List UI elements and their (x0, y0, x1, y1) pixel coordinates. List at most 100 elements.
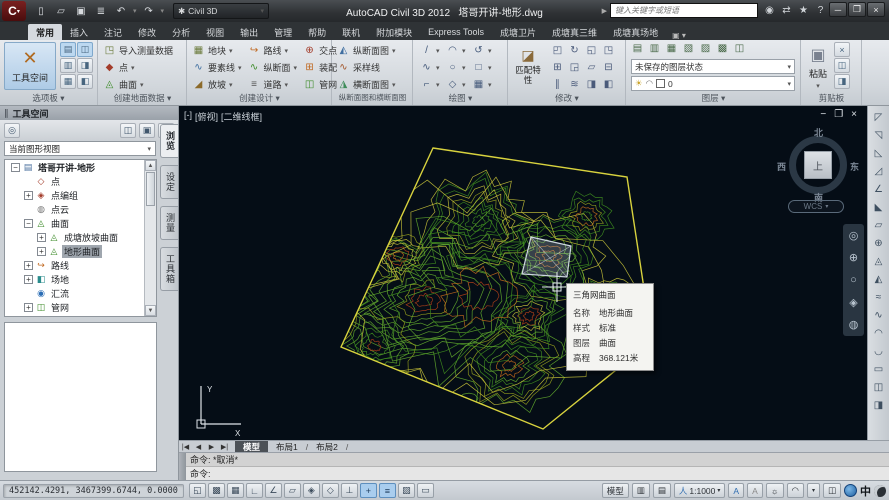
ribbon-tab-视图[interactable]: 视图 (198, 24, 232, 40)
palette-tool-icon[interactable]: ◫ (77, 42, 93, 57)
toolspace-tab-工具箱[interactable]: 工具箱 (160, 247, 178, 291)
viewcube-top-face[interactable]: 上 (804, 151, 832, 179)
compass-north-label[interactable]: 北 (814, 126, 823, 139)
plot-icon[interactable]: ≣ (92, 3, 110, 19)
navigation-bar[interactable]: ◎⊕○◈◍ (843, 224, 864, 336)
panel-label[interactable]: 图层 ▾ (627, 92, 800, 104)
panel-label[interactable]: 修改 ▾ (509, 92, 625, 104)
import-survey-data[interactable]: ◳导入测量数据 (101, 42, 175, 59)
doc-minimize-button[interactable]: − (820, 109, 826, 120)
tree-item[interactable]: ◉汇流 (5, 286, 156, 300)
view-control[interactable]: [俯视] (195, 110, 218, 123)
palette-tool-icon[interactable]: ▥ (60, 58, 76, 73)
wcs-dropdown[interactable]: WCS▾ (788, 200, 844, 213)
tree-item[interactable]: +◈点编组 (5, 188, 156, 202)
draw-tool[interactable]: ◠▾ (444, 42, 470, 59)
draw-tool[interactable]: ↺▾ (470, 42, 496, 59)
modify-tool[interactable]: ∥ (549, 76, 566, 93)
toggle-transparency[interactable]: ▨ (398, 483, 415, 498)
view-selector-dropdown[interactable]: 当前图形视图 ▾ (4, 141, 156, 156)
transparent-command-icon[interactable]: ◨ (870, 396, 888, 414)
tray-network-icon[interactable] (844, 484, 857, 497)
expand-icon[interactable]: + (37, 233, 46, 242)
doc-restore-button[interactable]: ❐ (834, 109, 843, 120)
scrollbar-thumb[interactable] (146, 172, 155, 206)
design-要素线[interactable]: ∿要素线▾ (190, 59, 244, 76)
search-expand-icon[interactable]: ▶ (602, 7, 607, 15)
design-纵断面[interactable]: ∿纵断面▾ (246, 59, 300, 76)
ribbon-tab-插入[interactable]: 插入 (62, 24, 96, 40)
modify-tool[interactable]: ↻ (566, 42, 583, 59)
points[interactable]: ◆点▾ (101, 59, 175, 76)
toolspace-tab-浏览[interactable]: 浏览 (160, 124, 178, 158)
transparent-command-icon[interactable]: ◿ (870, 162, 888, 180)
section-views[interactable]: ◮横断面图▾ (335, 76, 398, 93)
tree-item[interactable]: +◬成塘放坡曲面 (5, 230, 156, 244)
new-icon[interactable]: ▯ (32, 3, 50, 19)
navbar-icon[interactable]: ◎ (849, 229, 859, 242)
status-overflow-menu[interactable]: ▾ (807, 483, 820, 498)
layout-tab-布局2[interactable]: 布局2 (308, 441, 346, 453)
modify-tool[interactable]: ⊞ (549, 59, 566, 76)
exchange-icon[interactable]: ⇄ (778, 3, 795, 18)
close-button[interactable]: × (867, 2, 885, 17)
search-binoculars-icon[interactable]: ◉ (761, 3, 778, 18)
ribbon-tab-常用[interactable]: 常用 (28, 24, 62, 40)
modify-tool[interactable]: ⊟ (600, 59, 617, 76)
workspace-switcher[interactable]: ✱ Civil 3D ▾ (173, 3, 269, 19)
viewport-menu[interactable]: [-] (184, 110, 192, 123)
navbar-icon[interactable]: ○ (850, 274, 857, 286)
cut-icon[interactable]: × (834, 42, 850, 57)
transparent-command-icon[interactable]: ◭ (870, 270, 888, 288)
panel-label[interactable]: 纵断面图和横断面图 (333, 92, 412, 104)
toggle-ortho-mode[interactable]: ∟ (246, 483, 263, 498)
copy-icon[interactable]: ◫ (834, 58, 850, 73)
quick-view-layouts-button[interactable]: ▥ (632, 483, 650, 498)
palette-tool-icon[interactable]: ◨ (77, 58, 93, 73)
draw-tool[interactable]: ◇▾ (444, 76, 470, 93)
transparent-command-icon[interactable]: ◬ (870, 252, 888, 270)
undo-icon[interactable]: ↶ (112, 3, 130, 19)
command-line[interactable]: 命令: *取消* 命令: (179, 452, 889, 480)
minimize-button[interactable]: ─ (829, 2, 847, 17)
transparent-command-icon[interactable]: ∠ (870, 180, 888, 198)
workspace-gear-button[interactable]: ☼ (766, 483, 784, 498)
search-input[interactable] (610, 3, 758, 18)
command-prompt[interactable]: 命令: (186, 467, 889, 480)
toolspace-tab-设定[interactable]: 设定 (160, 165, 178, 199)
ribbon-tab-注记[interactable]: 注记 (96, 24, 130, 40)
ribbon-tab-Express Tools[interactable]: Express Tools (420, 24, 492, 40)
ribbon-tab-帮助[interactable]: 帮助 (300, 24, 334, 40)
open-icon[interactable]: ▱ (52, 3, 70, 19)
tree-scrollbar[interactable]: ▲ ▼ (144, 160, 156, 316)
tree-item[interactable]: ◍点云 (5, 202, 156, 216)
transparent-command-icon[interactable]: ▭ (870, 360, 888, 378)
panorama-icon[interactable]: ▣ (139, 123, 155, 138)
ime-language-indicator[interactable]: 中 (860, 483, 871, 499)
modify-tool[interactable]: ◱ (583, 42, 600, 59)
layer-tool-icon[interactable]: ◫ (733, 42, 746, 55)
toolbar-lock-icon[interactable]: ◠ (787, 483, 804, 498)
next-tab-icon[interactable]: ▶ (205, 443, 218, 451)
panel-label[interactable]: 选项板 ▾ (0, 92, 97, 104)
save-icon[interactable]: ▣ (72, 3, 90, 19)
draw-tool[interactable]: ○▾ (444, 59, 470, 76)
transparent-command-icon[interactable]: ◠ (870, 324, 888, 342)
expand-icon[interactable]: + (24, 275, 33, 284)
palette-tool-icon[interactable]: ▦ (60, 74, 76, 89)
expand-icon[interactable]: + (37, 247, 46, 256)
last-tab-icon[interactable]: ▶| (218, 443, 231, 451)
toggle-lineweight[interactable]: ≡ (379, 483, 396, 498)
modify-tool[interactable]: ◧ (600, 76, 617, 93)
design-道路[interactable]: ≡道路▾ (246, 76, 300, 93)
transparent-command-icon[interactable]: ≈ (870, 288, 888, 306)
toggle-dynamic-ucs[interactable]: ⊥ (341, 483, 358, 498)
quick-view-drawings-button[interactable]: ▤ (653, 483, 671, 498)
first-tab-icon[interactable]: |◀ (179, 443, 192, 451)
expand-icon[interactable]: + (24, 191, 33, 200)
ribbon-tab-分析[interactable]: 分析 (164, 24, 198, 40)
navbar-icon[interactable]: ◈ (849, 296, 857, 309)
transparent-command-icon[interactable]: ⊕ (870, 234, 888, 252)
match-properties-button[interactable]: ◪ 匹配特性 (512, 42, 544, 90)
ribbon-minimize-icon[interactable]: ▣ ▾ (672, 31, 686, 40)
